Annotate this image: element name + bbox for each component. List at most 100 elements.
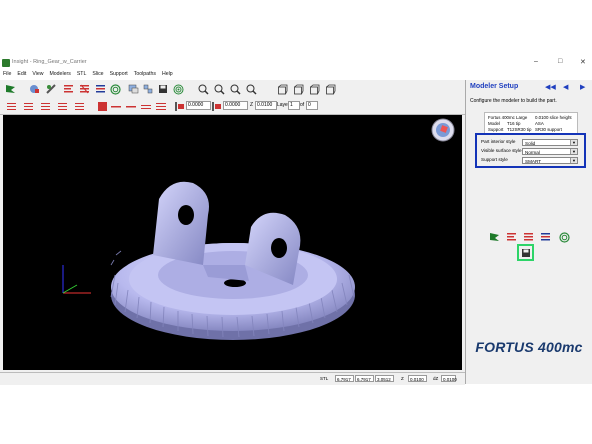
of-label: of: [300, 102, 305, 108]
menu-bar: File Edit View Modelers STL Slice Support Toolp…: [0, 70, 592, 80]
orientation-globe-icon[interactable]: [431, 118, 455, 142]
menu-view[interactable]: View: [29, 70, 46, 77]
save-icon[interactable]: [156, 83, 169, 95]
status-z-label: Z: [401, 376, 404, 381]
status-z-value: 0.0100: [408, 375, 427, 382]
minimize-icon[interactable]: –: [534, 58, 538, 65]
ring-gear-model: [62, 118, 455, 340]
layer-last-icon[interactable]: [57, 101, 67, 111]
of-field: 0: [306, 101, 318, 110]
double-line-icon[interactable]: [141, 101, 151, 111]
front-view-icon[interactable]: [276, 83, 289, 95]
zoom-window-icon[interactable]: [229, 83, 242, 95]
open-stl-icon[interactable]: [28, 83, 41, 95]
fortus-logo: FORTUS 400mc: [466, 332, 592, 362]
zoom-in-icon[interactable]: [197, 83, 210, 95]
pack-icon[interactable]: [142, 83, 155, 95]
chevron-down-icon: ▼: [570, 140, 577, 145]
layer-field-2[interactable]: 0.0000: [223, 101, 248, 110]
layer-field1-icon: [174, 101, 184, 111]
menu-support[interactable]: Support: [107, 70, 131, 77]
green-flag-icon[interactable]: [488, 231, 501, 243]
prev-page-icon[interactable]: ◀: [563, 83, 568, 91]
support-style-label: Support style: [481, 157, 508, 162]
panel-title: Modeler Setup: [470, 83, 519, 90]
slice-icon[interactable]: [62, 83, 75, 95]
support-style-value: SMART: [525, 159, 541, 164]
orient-icon[interactable]: [45, 83, 58, 95]
side-view-icon[interactable]: [308, 83, 321, 95]
title-bar: Insight - Ring_Gear_w_Carrier – □ ✕: [0, 55, 592, 70]
top-view-icon[interactable]: [292, 83, 305, 95]
layer-up-icon[interactable]: [6, 101, 16, 111]
toolpaths-icon[interactable]: [94, 83, 107, 95]
slice-icon[interactable]: [505, 231, 518, 243]
model-material: ASA: [535, 121, 544, 126]
z-field[interactable]: 0.0100: [255, 101, 277, 110]
visible-surface-value: Normal: [525, 150, 540, 155]
menu-toolpaths[interactable]: Toolpaths: [131, 70, 159, 77]
support-material: SR30 support: [535, 127, 562, 132]
menu-stl[interactable]: STL: [74, 70, 90, 77]
status-z: 3.0512: [375, 375, 394, 382]
panel-description: Configure the modeler to build the part.: [470, 98, 557, 104]
zoom-out-icon[interactable]: [213, 83, 226, 95]
insight-app-icon: [2, 59, 10, 67]
status-x: 6.7917: [335, 375, 354, 382]
z-label: Z: [250, 102, 254, 108]
status-bar: STL 6.7917 6.7917 3.0512 Z 0.0100 dZ 0.0…: [0, 372, 465, 385]
build-icon[interactable]: [558, 231, 571, 243]
support-style-select[interactable]: SMART ▼: [522, 157, 578, 164]
layer-first-icon[interactable]: [40, 101, 50, 111]
maximize-icon[interactable]: □: [558, 58, 562, 65]
save-icon: [521, 248, 530, 257]
save-button[interactable]: [517, 244, 534, 261]
menu-help[interactable]: Help: [159, 70, 176, 77]
menu-modelers[interactable]: Modelers: [46, 70, 73, 77]
menu-slice[interactable]: Slice: [89, 70, 106, 77]
layer-down-icon[interactable]: [23, 101, 33, 111]
layer-toolbar: 0.0000 0.0000 Z 0.0100 Layer 1 of 0: [0, 98, 465, 115]
chevron-down-icon: ▼: [570, 158, 577, 163]
next-page-icon[interactable]: ▶: [580, 83, 585, 91]
first-page-icon[interactable]: ◀◀: [545, 83, 556, 91]
slice-height: 0.0100 slice height: [535, 115, 572, 120]
layer-select-icon[interactable]: [74, 101, 84, 111]
visible-surface-select[interactable]: Normal ▼: [522, 148, 578, 155]
logo-text: FORTUS 400mc: [475, 339, 583, 355]
support-icon[interactable]: [78, 83, 91, 95]
zoom-extents-icon[interactable]: [245, 83, 258, 95]
modeler-icon[interactable]: [127, 83, 140, 95]
support-icon[interactable]: [522, 231, 535, 243]
green-flag-icon[interactable]: [4, 83, 17, 95]
window-title: Insight - Ring_Gear_w_Carrier: [12, 59, 87, 65]
iso-view-icon[interactable]: [324, 83, 337, 95]
support-label: Support: [488, 127, 504, 132]
menu-file[interactable]: File: [0, 70, 14, 77]
curve-icon[interactable]: [97, 101, 107, 111]
part-interior-select[interactable]: Solid ▼: [522, 139, 578, 146]
toolpaths-icon[interactable]: [539, 231, 552, 243]
status-stl: STL: [320, 376, 329, 381]
model-viewport[interactable]: [3, 115, 462, 370]
close-icon[interactable]: ✕: [580, 58, 586, 66]
axis-triad: [62, 265, 91, 294]
fill-icon[interactable]: [156, 101, 166, 111]
menu-edit[interactable]: Edit: [14, 70, 29, 77]
build-style-group: Part interior style Solid ▼ Visible surfa…: [475, 133, 586, 168]
line-icon[interactable]: [111, 101, 121, 111]
visible-surface-label: Visible surface style: [481, 148, 522, 153]
build-icon[interactable]: [109, 83, 122, 95]
part-interior-label: Part interior style: [481, 139, 516, 144]
dashed-line-icon[interactable]: [126, 101, 136, 111]
layer-field-1[interactable]: 0.0000: [186, 101, 211, 110]
layer-field2-icon: [211, 101, 221, 111]
modeler-setup-panel: Modeler Setup ◀◀ ◀ ▶ Configure the model…: [465, 80, 592, 384]
machine-name: Fortus 400mc Large: [488, 115, 528, 120]
layer-field[interactable]: 1: [288, 101, 300, 110]
spiral-icon[interactable]: [172, 83, 185, 95]
main-toolbar: [0, 80, 465, 99]
part-interior-value: Solid: [525, 141, 536, 146]
support-tip: T12SR30 tip: [507, 127, 532, 132]
insight-window: Insight - Ring_Gear_w_Carrier – □ ✕ File…: [0, 55, 592, 385]
